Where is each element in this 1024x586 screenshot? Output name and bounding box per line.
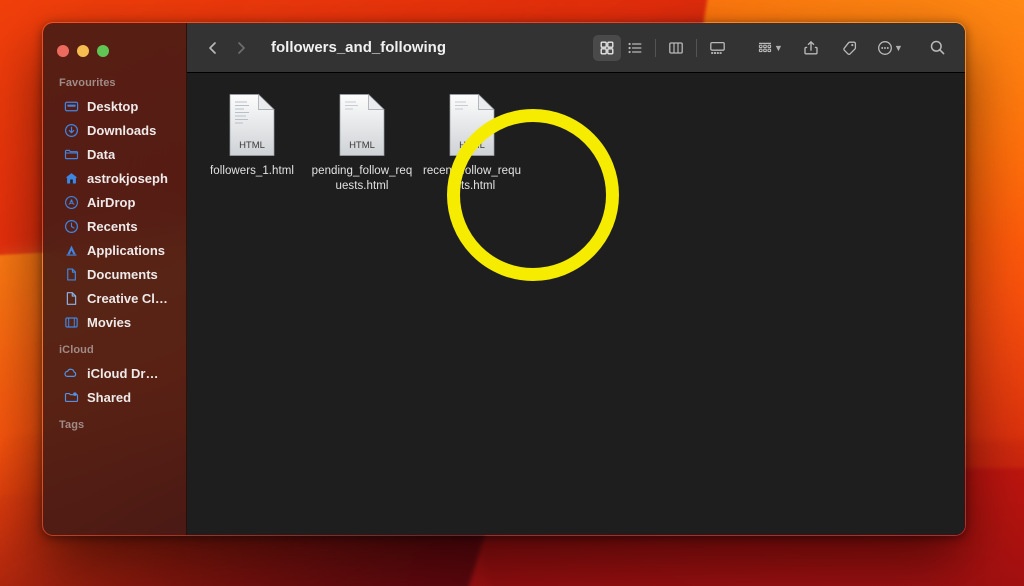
sidebar-item-icloud-drive[interactable]: iCloud Dr… [49, 361, 180, 385]
movies-icon [63, 314, 79, 330]
folder-icon [63, 146, 79, 162]
svg-text:HTML: HTML [239, 140, 265, 151]
view-switcher [593, 35, 731, 61]
html-file-icon: HTML [334, 93, 390, 157]
sidebar-item-label: Documents [87, 267, 158, 282]
file-name-label: recent_follow_requests.html [420, 164, 524, 194]
sidebar-item-label: Recents [87, 219, 138, 234]
maximize-button[interactable] [97, 45, 109, 57]
sidebar-item-airdrop[interactable]: AirDrop [49, 190, 180, 214]
list-view-button[interactable] [621, 35, 649, 61]
html-file-icon: HTML [224, 93, 280, 157]
gallery-view-button[interactable] [703, 35, 731, 61]
sidebar-item-downloads[interactable]: Downloads [49, 118, 180, 142]
column-view-button[interactable] [662, 35, 690, 61]
sidebar-section-icloud: iCloud [43, 334, 186, 361]
file-name-label: followers_1.html [200, 164, 304, 179]
sidebar-item-recents[interactable]: Recents [49, 214, 180, 238]
cloud-icon [63, 365, 79, 381]
sidebar-item-documents[interactable]: Documents [49, 262, 180, 286]
downloads-icon [63, 122, 79, 138]
airdrop-icon [63, 194, 79, 210]
finder-window: Favourites Desktop Downloads Data astrok… [42, 22, 966, 536]
sidebar-item-movies[interactable]: Movies [49, 310, 180, 334]
file-item[interactable]: HTML pending_follow_requests.html [307, 91, 417, 194]
sidebar: Favourites Desktop Downloads Data astrok… [43, 23, 187, 535]
clock-icon [63, 218, 79, 234]
sidebar-section-favourites: Favourites [43, 67, 186, 94]
back-button[interactable] [199, 35, 227, 61]
svg-text:HTML: HTML [349, 140, 375, 151]
html-file-icon: HTML [444, 93, 500, 157]
close-button[interactable] [57, 45, 69, 57]
sidebar-item-label: Movies [87, 315, 131, 330]
chevron-down-icon: ▼ [894, 43, 903, 53]
sidebar-item-label: Creative Clo… [87, 291, 170, 306]
traffic-lights [43, 31, 186, 67]
file-item[interactable]: HTML followers_1.html [197, 91, 307, 179]
search-button[interactable] [923, 35, 951, 61]
toolbar: followers_and_following [187, 23, 965, 73]
sidebar-item-astrokjoseph[interactable]: astrokjoseph [49, 166, 180, 190]
svg-text:HTML: HTML [459, 140, 485, 151]
sidebar-item-label: Data [87, 147, 115, 162]
home-icon [63, 170, 79, 186]
chevron-down-icon: ▼ [774, 43, 783, 53]
icon-view-button[interactable] [593, 35, 621, 61]
tags-button[interactable] [835, 35, 863, 61]
shared-folder-icon [63, 389, 79, 405]
minimize-button[interactable] [77, 45, 89, 57]
main-pane: followers_and_following [187, 23, 965, 535]
more-actions-button[interactable]: ▼ [873, 35, 907, 61]
page-title: followers_and_following [271, 39, 446, 56]
applications-icon [63, 242, 79, 258]
toolbar-divider [655, 39, 656, 57]
toolbar-divider [696, 39, 697, 57]
sidebar-item-label: Desktop [87, 99, 138, 114]
file-item[interactable]: HTML recent_follow_requests.html [417, 91, 527, 194]
sidebar-item-creative-cloud[interactable]: Creative Clo… [49, 286, 180, 310]
document-icon [63, 266, 79, 282]
sidebar-item-label: Shared [87, 390, 131, 405]
sidebar-item-label: astrokjoseph [87, 171, 168, 186]
sidebar-section-tags: Tags [43, 409, 186, 436]
file-content-area[interactable]: HTML followers_1.html [187, 73, 965, 535]
group-by-button[interactable]: ▼ [753, 35, 787, 61]
file-name-label: pending_follow_requests.html [310, 164, 414, 194]
forward-button[interactable] [227, 35, 255, 61]
sidebar-item-shared[interactable]: Shared [49, 385, 180, 409]
desktop-icon [63, 98, 79, 114]
sidebar-item-label: Applications [87, 243, 165, 258]
sidebar-item-data[interactable]: Data [49, 142, 180, 166]
share-button[interactable] [797, 35, 825, 61]
document-icon [63, 290, 79, 306]
sidebar-item-desktop[interactable]: Desktop [49, 94, 180, 118]
file-grid: HTML followers_1.html [187, 91, 965, 194]
sidebar-item-label: AirDrop [87, 195, 135, 210]
sidebar-item-label: Downloads [87, 123, 156, 138]
sidebar-item-applications[interactable]: Applications [49, 238, 180, 262]
sidebar-item-label: iCloud Dr… [87, 366, 159, 381]
